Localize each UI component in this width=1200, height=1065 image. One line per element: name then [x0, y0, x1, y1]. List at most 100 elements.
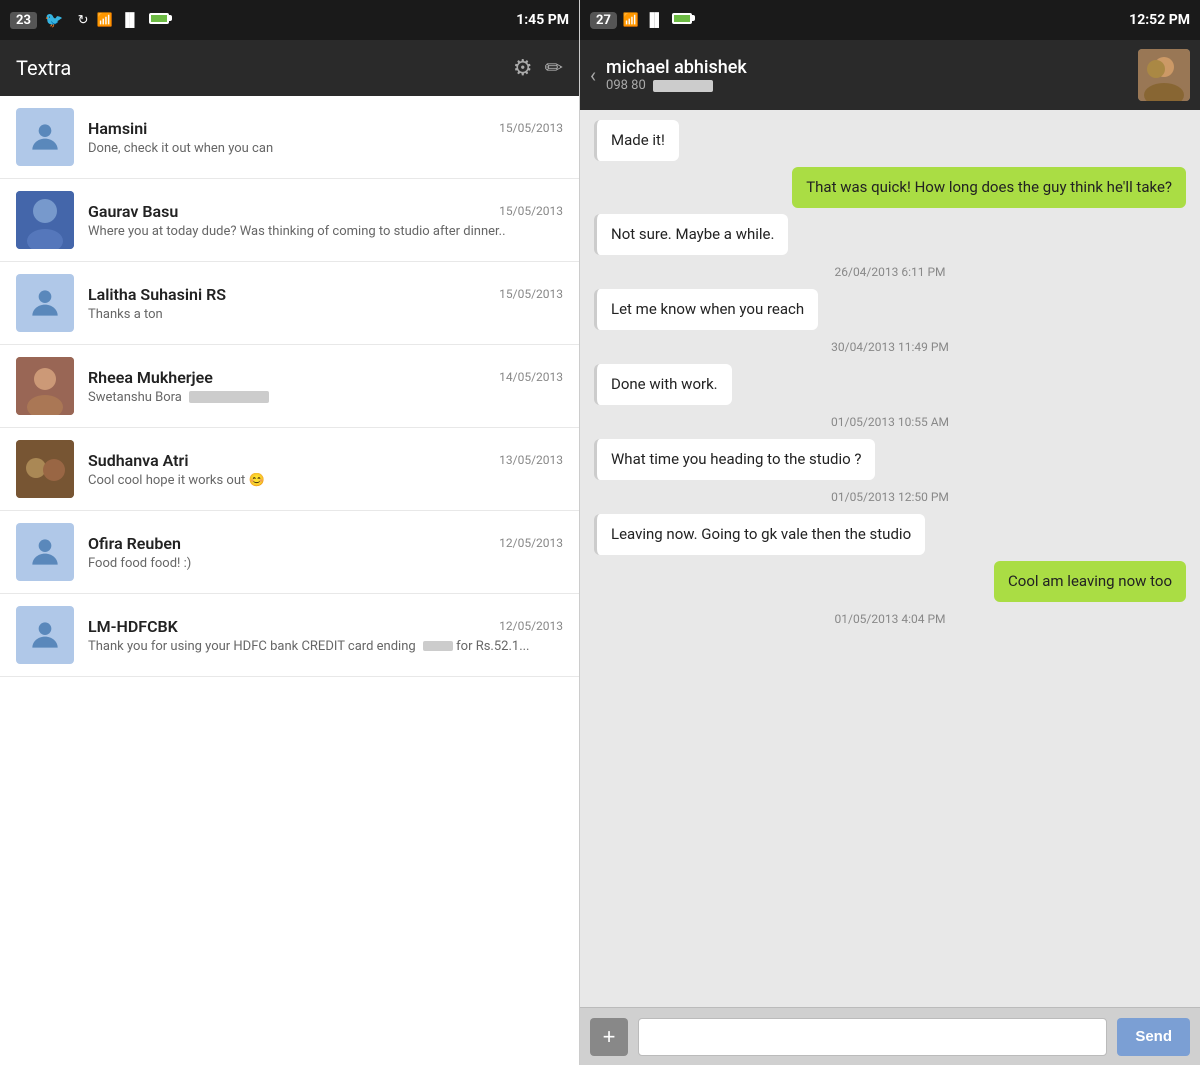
- settings-icon[interactable]: ⚙: [513, 56, 533, 81]
- right-panel: 27 📶 ▐▌ 12:52 PM ‹ michael abhishek 098 …: [580, 0, 1200, 1065]
- message-text: Cool am leaving now too: [1008, 572, 1172, 590]
- left-panel: 23 🐦 ↻ 📶 ▐▌ 1:45 PM Textra ⚙ ✏ Hamsini 1…: [0, 0, 580, 1065]
- wifi-icon: 📶: [97, 13, 113, 28]
- message-bubble: That was quick! How long does the guy th…: [792, 167, 1186, 208]
- message-text: Let me know when you reach: [611, 300, 804, 318]
- time-left: 1:45 PM: [516, 12, 569, 28]
- contact-row: LM-HDFCBK 12/05/2013: [88, 617, 563, 636]
- contact-date: 15/05/2013: [499, 287, 563, 301]
- contact-name: Gaurav Basu: [88, 202, 178, 221]
- contact-row: Rheea Mukherjee 14/05/2013: [88, 368, 563, 387]
- time-right: 12:52 PM: [1129, 12, 1190, 28]
- status-bar-right: 27 📶 ▐▌ 12:52 PM: [580, 0, 1200, 40]
- contact-info: Sudhanva Atri 13/05/2013 Cool cool hope …: [88, 451, 563, 488]
- twitter-icon: 🐦: [45, 11, 64, 29]
- contact-preview: Swetanshu Bora: [88, 390, 563, 405]
- message-bubble: Made it!: [594, 120, 679, 161]
- notification-badge-left: 23: [10, 12, 37, 29]
- avatar: [16, 191, 74, 249]
- contact-preview: Thanks a ton: [88, 307, 563, 322]
- contact-name: LM-HDFCBK: [88, 617, 178, 636]
- avatar: [16, 108, 74, 166]
- contact-preview: Thank you for using your HDFC bank CREDI…: [88, 639, 563, 654]
- notification-badge-right: 27: [590, 12, 617, 29]
- chat-contact-number: 098 80: [606, 78, 1128, 93]
- contact-name: Lalitha Suhasini RS: [88, 285, 226, 304]
- contact-info: Lalitha Suhasini RS 15/05/2013 Thanks a …: [88, 285, 563, 322]
- add-attachment-button[interactable]: +: [590, 1018, 628, 1056]
- message-text: What time you heading to the studio ?: [611, 450, 861, 468]
- message-bubble: Not sure. Maybe a while.: [594, 214, 788, 255]
- contact-name: Rheea Mukherjee: [88, 368, 213, 387]
- contact-row: Lalitha Suhasini RS 15/05/2013: [88, 285, 563, 304]
- app-header: Textra ⚙ ✏: [0, 40, 579, 96]
- message-timestamp: 26/04/2013 6:11 PM: [594, 265, 1186, 279]
- chat-header-info: michael abhishek 098 80: [606, 57, 1128, 93]
- contact-info: Hamsini 15/05/2013 Done, check it out wh…: [88, 119, 563, 156]
- avatar: [16, 440, 74, 498]
- back-button[interactable]: ‹: [590, 63, 596, 87]
- message-timestamp: 01/05/2013 10:55 AM: [594, 415, 1186, 429]
- contact-list: Hamsini 15/05/2013 Done, check it out wh…: [0, 96, 579, 1065]
- message-text: Not sure. Maybe a while.: [611, 225, 774, 243]
- list-item[interactable]: Gaurav Basu 15/05/2013 Where you at toda…: [0, 179, 579, 262]
- contact-date: 13/05/2013: [499, 453, 563, 467]
- app-title: Textra: [16, 56, 501, 80]
- contact-preview: Cool cool hope it works out 😊: [88, 473, 563, 488]
- avatar: [16, 606, 74, 664]
- compose-icon[interactable]: ✏: [545, 56, 563, 81]
- avatar: [16, 357, 74, 415]
- contact-date: 15/05/2013: [499, 121, 563, 135]
- contact-name: Ofira Reuben: [88, 534, 181, 553]
- contact-preview: Where you at today dude? Was thinking of…: [88, 224, 563, 239]
- battery-right: [670, 13, 692, 28]
- list-item[interactable]: Ofira Reuben 12/05/2013 Food food food! …: [0, 511, 579, 594]
- contact-name: Sudhanva Atri: [88, 451, 188, 470]
- contact-info: LM-HDFCBK 12/05/2013 Thank you for using…: [88, 617, 563, 654]
- chat-contact-name: michael abhishek: [606, 57, 1128, 78]
- message-bubble: Leaving now. Going to gk vale then the s…: [594, 514, 925, 555]
- message-text: That was quick! How long does the guy th…: [806, 178, 1172, 196]
- chat-header: ‹ michael abhishek 098 80: [580, 40, 1200, 110]
- contact-date: 12/05/2013: [499, 536, 563, 550]
- message-timestamp: 01/05/2013 12:50 PM: [594, 490, 1186, 504]
- list-item[interactable]: Sudhanva Atri 13/05/2013 Cool cool hope …: [0, 428, 579, 511]
- list-item[interactable]: Hamsini 15/05/2013 Done, check it out wh…: [0, 96, 579, 179]
- signal-icon-right: ▐▌: [645, 12, 663, 28]
- wifi-icon-right: 📶: [623, 13, 639, 28]
- signal-icon: ▐▌: [121, 12, 139, 28]
- message-timestamp: 01/05/2013 4:04 PM: [594, 612, 1186, 626]
- contact-info: Gaurav Basu 15/05/2013 Where you at toda…: [88, 202, 563, 239]
- contact-date: 15/05/2013: [499, 204, 563, 218]
- message-bubble: What time you heading to the studio ?: [594, 439, 875, 480]
- blurred-number: [653, 80, 713, 92]
- contact-name: Hamsini: [88, 119, 147, 138]
- send-button[interactable]: Send: [1117, 1018, 1190, 1056]
- blurred-content: [423, 641, 453, 651]
- status-bar-left: 23 🐦 ↻ 📶 ▐▌ 1:45 PM: [0, 0, 579, 40]
- contact-row: Sudhanva Atri 13/05/2013: [88, 451, 563, 470]
- chat-messages: Made it! That was quick! How long does t…: [580, 110, 1200, 1007]
- contact-date: 14/05/2013: [499, 370, 563, 384]
- list-item[interactable]: LM-HDFCBK 12/05/2013 Thank you for using…: [0, 594, 579, 677]
- message-text: Done with work.: [611, 375, 718, 393]
- message-bubble: Done with work.: [594, 364, 732, 405]
- blurred-content: [189, 391, 269, 403]
- avatar: [16, 523, 74, 581]
- contact-info: Ofira Reuben 12/05/2013 Food food food! …: [88, 534, 563, 571]
- message-input[interactable]: [638, 1018, 1107, 1056]
- contact-row: Hamsini 15/05/2013: [88, 119, 563, 138]
- contact-row: Gaurav Basu 15/05/2013: [88, 202, 563, 221]
- list-item[interactable]: Rheea Mukherjee 14/05/2013 Swetanshu Bor…: [0, 345, 579, 428]
- message-timestamp: 30/04/2013 11:49 PM: [594, 340, 1186, 354]
- avatar: [16, 274, 74, 332]
- contact-date: 12/05/2013: [499, 619, 563, 633]
- message-bubble: Let me know when you reach: [594, 289, 818, 330]
- contact-info: Rheea Mukherjee 14/05/2013 Swetanshu Bor…: [88, 368, 563, 405]
- list-item[interactable]: Lalitha Suhasini RS 15/05/2013 Thanks a …: [0, 262, 579, 345]
- chat-input-bar: + Send: [580, 1007, 1200, 1065]
- contact-preview: Food food food! :): [88, 556, 563, 571]
- battery-left: [147, 13, 169, 28]
- chat-avatar: [1138, 49, 1190, 101]
- sync-icon: ↻: [78, 13, 89, 28]
